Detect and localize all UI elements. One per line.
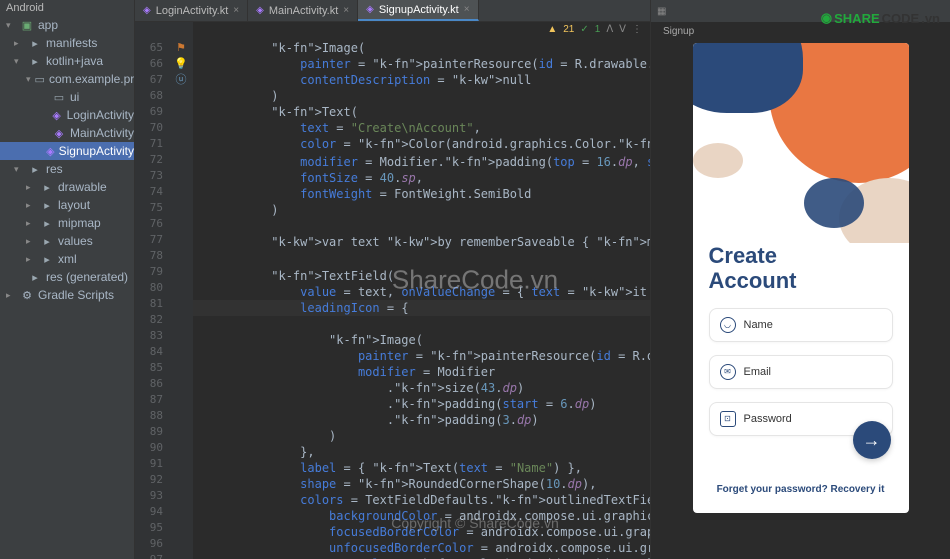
mail-icon: ✉ (720, 364, 736, 380)
app-icon: ▣ (20, 19, 34, 32)
phone-body: CreateAccount ◡Name✉Email⊡Password (693, 243, 909, 513)
tree-item-app[interactable]: ▾▣app (0, 16, 134, 34)
editor-tabs: ◈LoginActivity.kt×◈MainActivity.kt×◈Sign… (135, 0, 650, 22)
kotlin-icon: ◈ (256, 5, 264, 16)
folder-icon: ▸ (28, 37, 42, 50)
kt-icon: ◈ (46, 145, 54, 158)
sidebar-header: Android (0, 0, 134, 16)
pkg-icon: ▭ (52, 91, 66, 104)
pkg-icon: ▭ (35, 73, 45, 86)
tree-item-res-generated-[interactable]: ▸res (generated) (0, 268, 134, 286)
project-sidebar: Android ▾▣app▸▸manifests▾▸kotlin+java▾▭c… (0, 0, 135, 559)
kt-icon: ◈ (52, 127, 66, 140)
tree-item-loginactivity[interactable]: ◈LoginActivity (0, 106, 134, 124)
phone-preview: CreateAccount ◡Name✉Email⊡Password → For… (693, 43, 909, 513)
gradle-icon: ⚙ (20, 289, 34, 302)
folder-icon: ▸ (28, 271, 42, 284)
sharecode-logo: ◉ SHARECODE.vn (821, 10, 940, 26)
folder-icon: ▸ (40, 217, 54, 230)
tree-item-ui[interactable]: ▭ui (0, 88, 134, 106)
folder-icon: ▸ (40, 199, 54, 212)
tab-signupactivity[interactable]: ◈SignupActivity.kt× (358, 0, 478, 21)
tree-item-xml[interactable]: ▸▸xml (0, 250, 134, 268)
layout-icon[interactable]: ▦ (657, 6, 666, 17)
tree-item-com-example-pr[interactable]: ▾▭com.example.pr (0, 70, 134, 88)
kotlin-icon: ◈ (366, 4, 374, 15)
name-field[interactable]: ◡Name (709, 308, 893, 342)
lock-icon: ⊡ (720, 411, 736, 427)
tree-item-kotlin-java[interactable]: ▾▸kotlin+java (0, 52, 134, 70)
tree-item-mainactivity[interactable]: ◈MainActivity (0, 124, 134, 142)
preview-panel: ▦ Signup CreateAccount ◡Name✉Email⊡Passw… (650, 0, 950, 559)
phone-header-art (693, 43, 909, 243)
close-icon[interactable]: × (233, 5, 239, 16)
tree-item-values[interactable]: ▸▸values (0, 232, 134, 250)
folder-icon: ▸ (40, 253, 54, 266)
icon-gutter: ⚑ 💡 ⓤ (169, 22, 193, 559)
tree-item-res[interactable]: ▾▸res (0, 160, 134, 178)
folder-icon: ▸ (40, 181, 54, 194)
tree-item-mipmap[interactable]: ▸▸mipmap (0, 214, 134, 232)
tree-item-layout[interactable]: ▸▸layout (0, 196, 134, 214)
tree-item-signupactivity[interactable]: ◈SignupActivity (0, 142, 134, 160)
logo-icon: ◉ (821, 10, 832, 26)
tree-item-gradle-scripts[interactable]: ▸⚙Gradle Scripts (0, 286, 134, 304)
editor-area: ◈LoginActivity.kt×◈MainActivity.kt×◈Sign… (135, 0, 650, 559)
folder-icon: ▸ (40, 235, 54, 248)
close-icon[interactable]: × (464, 4, 470, 15)
email-field[interactable]: ✉Email (709, 355, 893, 389)
line-gutter: 65 66 67 68 69 70 71 72 73 74 75 76 77 7… (135, 22, 169, 559)
forgot-link[interactable]: Forget your password? Recovery it (693, 484, 909, 495)
tree-item-manifests[interactable]: ▸▸manifests (0, 34, 134, 52)
folder-icon: ▸ (28, 163, 42, 176)
user-icon: ◡ (720, 317, 736, 333)
code-editor[interactable]: "k-fn">Image( painter = "k-fn">painterRe… (193, 22, 650, 559)
submit-fab[interactable]: → (853, 421, 891, 459)
kt-icon: ◈ (51, 109, 63, 122)
close-icon[interactable]: × (343, 5, 349, 16)
tab-loginactivity[interactable]: ◈LoginActivity.kt× (135, 0, 248, 21)
editor-wrap: ▲21 ✓1 ᐱ ᐯ ⋮ 65 66 67 68 69 70 71 72 73 … (135, 22, 650, 559)
kotlin-icon: ◈ (143, 5, 151, 16)
tree-item-drawable[interactable]: ▸▸drawable (0, 178, 134, 196)
signup-title: CreateAccount (709, 243, 893, 294)
tab-mainactivity[interactable]: ◈MainActivity.kt× (248, 0, 358, 21)
folder-icon: ▸ (28, 55, 42, 68)
project-tree: ▾▣app▸▸manifests▾▸kotlin+java▾▭com.examp… (0, 16, 134, 304)
